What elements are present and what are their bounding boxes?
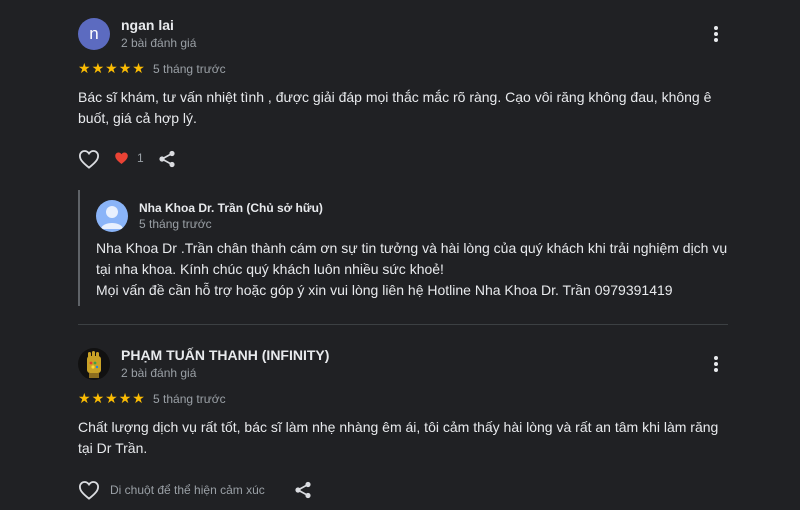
heart-outline-icon [78,150,100,169]
heart-outline-icon [78,481,100,500]
review-text: Bác sĩ khám, tư vấn nhiệt tình , được gi… [78,87,738,129]
review-text-line: tại Dr Trần. [78,440,148,456]
more-vert-icon [714,356,718,372]
review-text-line: Bác sĩ khám, tư vấn nhiệt tình , được gi… [78,89,712,105]
more-options-button[interactable] [706,352,726,376]
avatar[interactable]: n [78,18,110,50]
reaction-count[interactable]: 1 [114,151,144,165]
star-icon: ★ [78,391,91,407]
star-icon: ★ [105,391,118,407]
star-icon: ★ [105,61,118,77]
owner-reply-time: 5 tháng trước [139,217,212,231]
reply-text-line: Mọi vấn đề cần hỗ trợ hoặc góp ý xin vui… [96,282,673,298]
review-count: 2 bài đánh giá [121,36,197,50]
reply-text-line: Nha Khoa Dr .Trần chân thành cám ơn sự t… [96,240,728,256]
owner-name: Nha Khoa Dr. Trần (Chủ sở hữu) [139,201,323,215]
more-options-button[interactable] [706,22,726,46]
share-button[interactable] [294,481,312,499]
infinity-gauntlet-icon [87,351,101,378]
star-rating: ★ ★ ★ ★ ★ [78,62,145,76]
owner-reply-text: Nha Khoa Dr .Trần chân thành cám ơn sự t… [96,238,736,301]
review-count: 2 bài đánh giá [121,366,197,380]
like-button[interactable] [78,149,100,169]
star-icon: ★ [132,61,145,77]
reaction-hint: Di chuột để thể hiện cảm xúc [110,483,265,497]
like-button[interactable]: Di chuột để thể hiện cảm xúc [78,480,265,500]
star-rating: ★ ★ ★ ★ ★ [78,392,145,406]
review-text-line: Chất lượng dịch vụ rất tốt, bác sĩ làm n… [78,419,719,435]
person-icon [101,206,123,229]
review-time: 5 tháng trước [153,62,226,76]
share-icon [295,481,311,499]
reply-indicator-bar [78,190,80,306]
reviews-panel: n ngan lai 2 bài đánh giá ★ ★ ★ ★ ★ 5 th… [0,0,800,510]
review-time: 5 tháng trước [153,392,226,406]
reviewer-name[interactable]: PHẠM TUẤN THANH (INFINITY) [121,347,329,363]
star-icon: ★ [132,391,145,407]
share-button[interactable] [158,150,176,168]
reply-text-line: tại nha khoa. Kính chúc quý khách luôn n… [96,261,444,277]
star-icon: ★ [91,391,105,407]
share-icon [159,150,175,168]
star-icon: ★ [91,61,105,77]
star-icon: ★ [118,61,132,77]
review-divider [78,324,728,325]
like-count: 1 [137,151,144,165]
star-icon: ★ [78,61,91,77]
owner-avatar[interactable] [96,200,128,232]
avatar[interactable] [78,348,110,380]
review-text-line: buốt, giá cả hợp lý. [78,110,197,126]
star-icon: ★ [118,391,132,407]
reviewer-name[interactable]: ngan lai [121,17,174,33]
heart-filled-icon [115,152,128,164]
more-vert-icon [714,26,718,42]
review-text: Chất lượng dịch vụ rất tốt, bác sĩ làm n… [78,417,738,459]
